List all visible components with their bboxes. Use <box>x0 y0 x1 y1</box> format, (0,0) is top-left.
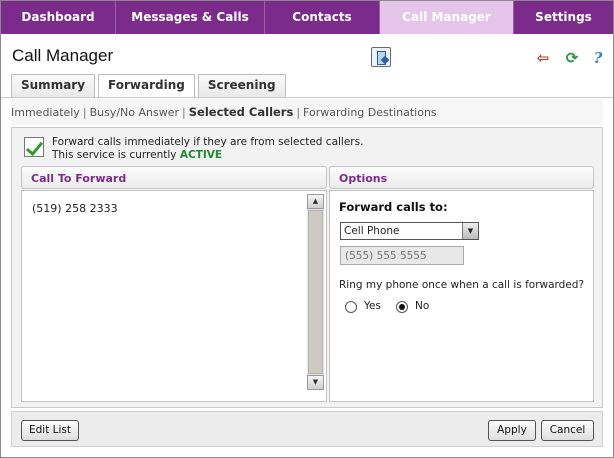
main-panel: Forward calls immediately if they are fr… <box>11 127 603 408</box>
ring-yes-label: Yes <box>364 300 381 312</box>
subnav-separator: | <box>182 106 186 119</box>
footer-bar: Edit List Apply Cancel <box>11 411 603 447</box>
subnav-separator: | <box>82 106 87 119</box>
subnav-forwarding-destinations[interactable]: Forwarding Destinations <box>303 106 437 119</box>
refresh-icon[interactable]: ⟳ <box>563 49 581 67</box>
apply-button[interactable]: Apply <box>488 420 536 441</box>
list-item[interactable]: (519) 258 2333 <box>32 202 118 215</box>
chevron-down-icon[interactable]: ▼ <box>462 223 478 239</box>
service-enabled-checkbox[interactable] <box>24 137 44 157</box>
nav-messages-calls[interactable]: Messages & Calls <box>116 1 265 34</box>
ring-question: Ring my phone once when a call is forwar… <box>339 279 585 291</box>
page-title: Call Manager <box>12 46 114 65</box>
scroll-thumb[interactable] <box>308 210 323 374</box>
options-heading: Options <box>329 166 594 189</box>
options-panel: Forward calls to: Cell Phone ▼ Ring my p… <box>329 190 594 402</box>
subnav-selected-callers[interactable]: Selected Callers <box>189 105 294 119</box>
edit-list-button[interactable]: Edit List <box>21 420 79 441</box>
nav-settings[interactable]: Settings <box>514 1 613 34</box>
scroll-down-button[interactable]: ▼ <box>307 375 324 390</box>
ring-yes-radio[interactable] <box>345 301 357 313</box>
scroll-up-button[interactable]: ▲ <box>307 194 324 209</box>
top-nav: Dashboard Messages & Calls Contacts Call… <box>1 1 613 34</box>
tab-summary[interactable]: Summary <box>11 74 96 97</box>
tab-forwarding[interactable]: Forwarding <box>98 74 195 97</box>
exit-icon[interactable]: ⇦ <box>534 49 552 67</box>
subnav-busy-no-answer[interactable]: Busy/No Answer <box>90 106 179 119</box>
subnav-immediately[interactable]: Immediately <box>11 106 80 119</box>
nav-contacts[interactable]: Contacts <box>265 1 380 34</box>
subnav-separator: | <box>296 106 301 119</box>
ring-no-radio[interactable] <box>396 301 408 313</box>
status-badge: ACTIVE <box>179 149 223 161</box>
nav-dashboard[interactable]: Dashboard <box>1 1 116 34</box>
tabs-divider <box>1 97 613 98</box>
service-description: Forward calls immediately if they are fr… <box>52 136 364 148</box>
cancel-button[interactable]: Cancel <box>541 420 594 441</box>
tab-bar: Summary Forwarding Screening <box>11 74 289 97</box>
phone-number-input[interactable] <box>340 246 464 265</box>
ring-no-label: No <box>415 300 430 312</box>
service-status-line: This service is currently ACTIVE <box>52 149 222 162</box>
tab-screening[interactable]: Screening <box>197 74 286 97</box>
forward-destination-select[interactable]: Cell Phone ▼ <box>340 222 479 240</box>
app-window-icon[interactable] <box>371 47 391 67</box>
sub-nav: Immediately | Busy/No Answer | Selected Call… <box>11 99 603 125</box>
app-frame: Dashboard Messages & Calls Contacts Call… <box>0 0 614 458</box>
caller-list[interactable]: (519) 258 2333 ▲ ▼ <box>21 190 327 402</box>
help-icon[interactable]: ? <box>589 49 607 67</box>
scrollbar[interactable]: ▲ ▼ <box>307 194 324 390</box>
forward-destination-value: Cell Phone <box>344 225 400 237</box>
nav-call-manager[interactable]: Call Manager <box>380 1 514 34</box>
call-to-forward-heading: Call To Forward <box>21 166 327 189</box>
service-status-prefix: This service is currently <box>52 149 177 161</box>
forward-calls-label: Forward calls to: <box>339 200 448 214</box>
